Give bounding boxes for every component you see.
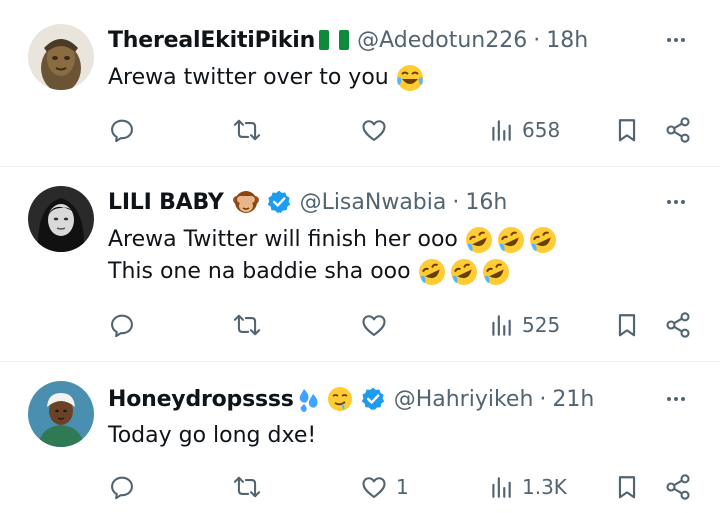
tweet-text: Arewa twitter over to you — [108, 62, 425, 94]
repost-icon — [232, 311, 262, 339]
reply-icon — [108, 473, 136, 501]
separator: · — [452, 189, 460, 215]
nigeria-flag-icon — [319, 29, 350, 51]
timestamp[interactable]: 18h — [546, 28, 588, 53]
view-count: 1.3K — [522, 475, 567, 499]
reply-icon — [108, 116, 136, 144]
verified-badge-icon[interactable] — [360, 386, 386, 412]
tweet-1[interactable]: TherealEkitiPikin @Adedotun226 · 18h Are… — [0, 0, 720, 166]
views-icon — [488, 117, 514, 143]
like-button[interactable] — [360, 308, 396, 342]
repost-icon — [232, 473, 262, 501]
bookmark-button[interactable] — [614, 113, 640, 147]
tweet-text-line: Today go long dxe! — [108, 423, 317, 448]
display-name[interactable]: LILI BABY — [108, 190, 224, 215]
more-icon[interactable] — [662, 188, 690, 216]
like-icon — [360, 473, 388, 501]
tweet-text-line: This one na baddie sha ooo — [108, 259, 411, 284]
sweat-droplets-icon — [296, 385, 324, 413]
views-button[interactable]: 525 — [488, 308, 560, 342]
view-count: 658 — [522, 118, 561, 142]
share-icon — [664, 116, 692, 144]
like-count: 1 — [396, 475, 409, 499]
repost-button[interactable] — [232, 470, 270, 504]
avatar[interactable] — [28, 186, 94, 252]
face-with-tears-of-joy-icon — [395, 63, 425, 93]
like-icon — [360, 311, 388, 339]
rolling-on-floor-laughing-icon — [481, 257, 511, 287]
like-icon — [360, 116, 388, 144]
tweet-header: TherealEkitiPikin @Adedotun226 · 18h — [108, 24, 588, 56]
tweet-header: Honeydropssss @Hahriyikeh · 21h — [108, 383, 594, 415]
see-no-evil-monkey-icon — [232, 188, 260, 216]
repost-button[interactable] — [232, 113, 270, 147]
reply-icon — [108, 311, 136, 339]
tweet-text: Arewa Twitter will finish her ooo This o… — [108, 224, 558, 288]
verified-badge-icon[interactable] — [266, 189, 292, 215]
views-icon — [488, 312, 514, 338]
bookmark-icon — [614, 116, 640, 144]
reply-button[interactable] — [108, 470, 144, 504]
tweet-feed: TherealEkitiPikin @Adedotun226 · 18h Are… — [0, 0, 720, 513]
tweet-2[interactable]: LILI BABY @LisaNwabia · 16h Arewa Twitte… — [0, 167, 720, 361]
views-button[interactable]: 1.3K — [488, 470, 567, 504]
separator: · — [533, 27, 541, 53]
handle[interactable]: @Adedotun226 — [357, 28, 527, 53]
timestamp[interactable]: 21h — [552, 387, 594, 412]
reply-button[interactable] — [108, 308, 144, 342]
separator: · — [539, 386, 547, 412]
tweet-actions: 1 1.3K — [108, 470, 698, 504]
tweet-3[interactable]: Honeydropssss @Hahriyikeh · 21h Today go… — [0, 362, 720, 513]
rolling-on-floor-laughing-icon — [449, 257, 479, 287]
timestamp[interactable]: 16h — [465, 190, 507, 215]
bookmark-button[interactable] — [614, 470, 640, 504]
views-button[interactable]: 658 — [488, 113, 560, 147]
drooling-face-icon — [326, 385, 354, 413]
share-icon — [664, 473, 692, 501]
tweet-header: LILI BABY @LisaNwabia · 16h — [108, 186, 507, 218]
repost-icon — [232, 116, 262, 144]
tweet-text-line: Arewa twitter over to you — [108, 65, 389, 90]
views-icon — [488, 474, 514, 500]
avatar[interactable] — [28, 381, 94, 447]
share-icon — [664, 311, 692, 339]
tweet-text: Today go long dxe! — [108, 420, 316, 452]
share-button[interactable] — [664, 113, 692, 147]
share-button[interactable] — [664, 308, 692, 342]
more-icon[interactable] — [662, 385, 690, 413]
rolling-on-floor-laughing-icon — [417, 257, 447, 287]
display-name[interactable]: TherealEkitiPikin — [108, 28, 315, 53]
bookmark-icon — [614, 311, 640, 339]
tweet-actions: 658 — [108, 113, 698, 147]
more-icon[interactable] — [662, 26, 690, 54]
repost-button[interactable] — [232, 308, 270, 342]
reply-button[interactable] — [108, 113, 144, 147]
rolling-on-floor-laughing-icon — [528, 225, 558, 255]
tweet-actions: 525 — [108, 308, 698, 342]
rolling-on-floor-laughing-icon — [496, 225, 526, 255]
rolling-on-floor-laughing-icon — [464, 225, 494, 255]
bookmark-button[interactable] — [614, 308, 640, 342]
handle[interactable]: @LisaNwabia — [300, 190, 447, 215]
like-button[interactable]: 1 — [360, 470, 409, 504]
tweet-text-line: Arewa Twitter will finish her ooo — [108, 227, 458, 252]
bookmark-icon — [614, 473, 640, 501]
view-count: 525 — [522, 313, 561, 337]
handle[interactable]: @Hahriyikeh — [394, 387, 534, 412]
avatar[interactable] — [28, 24, 94, 90]
like-button[interactable] — [360, 113, 396, 147]
display-name[interactable]: Honeydropssss — [108, 387, 294, 412]
share-button[interactable] — [664, 470, 692, 504]
